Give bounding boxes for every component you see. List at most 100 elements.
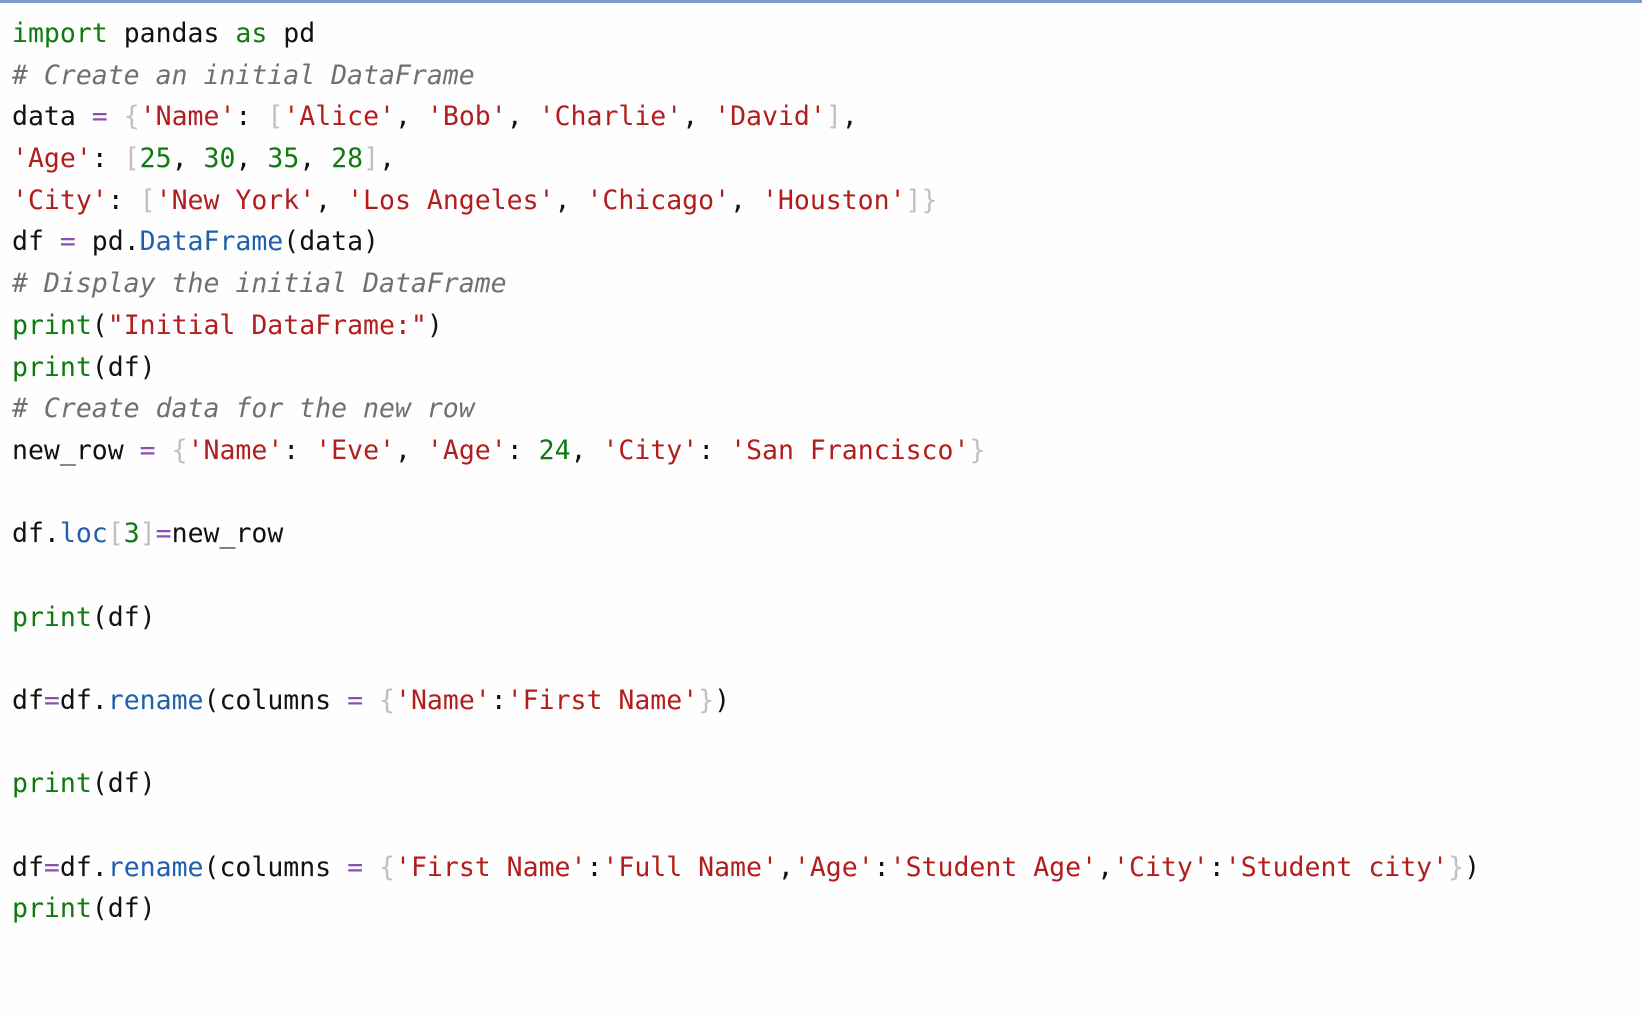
code-token: : [283,434,316,466]
code-token: new_row [171,518,284,550]
code-token: : [506,434,539,466]
code-token: 'Student city' [1224,851,1449,883]
code-token: 'Alice' [283,101,395,133]
code-token: df. [59,851,108,883]
code-token: 28 [331,143,364,175]
code-line[interactable]: # Create data for the new row [12,388,1642,430]
code-token: : [698,434,731,466]
code-token: : [91,143,124,175]
code-token: DataFrame [139,226,284,258]
code-token: , [777,851,794,883]
code-token: 'Student Age' [889,851,1098,883]
code-line[interactable]: df=df.rename(columns = {'First Name':'Fu… [12,847,1642,889]
code-token: , [394,434,427,466]
code-token: df [12,685,44,716]
code-token: 'David' [714,101,826,133]
code-token: pandas [107,18,236,49]
code-token: 'Name' [139,101,236,133]
code-token: 'Name' [395,685,491,716]
code-token: : [107,184,140,216]
code-line[interactable]: print(df) [12,763,1642,805]
code-line[interactable] [12,805,1642,847]
code-token: 'City' [12,184,108,216]
code-token: = [43,685,60,716]
code-token: print [12,893,92,925]
code-token: 'Age' [426,434,507,466]
code-token: ]} [905,184,938,216]
code-token: { [379,685,395,716]
code-token: [ [123,143,140,175]
code-line[interactable]: import pandas as pd [12,13,1642,55]
code-editor[interactable]: import pandas as pd # Create an initial D… [0,0,1642,1017]
code-token: print [12,768,92,800]
code-line[interactable] [12,638,1642,680]
code-token: (df) [91,351,156,383]
code-line[interactable]: df = pd.DataFrame(data) [12,221,1642,263]
code-token: , [554,184,587,216]
code-token: print [12,351,92,383]
code-token: , [570,434,603,466]
code-token: , [506,101,539,133]
code-token: [ [139,184,156,216]
code-token: (df) [91,768,156,800]
code-token: , [730,184,762,216]
code-line[interactable]: # Create an initial DataFrame [12,55,1642,97]
code-line[interactable]: df.loc[3]=new_row [12,513,1642,555]
code-token: 'Chicago' [586,184,731,216]
code-token: ] [363,143,380,175]
code-token: { [123,101,140,133]
code-token: df. [59,685,108,716]
code-token: 3 [123,518,140,550]
code-token: , [682,101,715,133]
code-line[interactable]: print(df) [12,597,1642,639]
code-line[interactable]: 'City': ['New York', 'Los Angeles', 'Chi… [12,180,1642,222]
code-token: pd. [75,226,140,258]
code-token: , [299,143,332,175]
code-token: 'Name' [187,434,284,466]
code-token: 'Eve' [315,434,395,466]
code-token: 'First Name' [506,685,699,716]
code-token: } [698,685,715,716]
code-token: (df) [91,893,156,925]
code-token: [ [107,518,124,550]
code-token: , [235,143,268,175]
code-line[interactable]: print(df) [12,888,1642,930]
code-token: df. [12,518,60,550]
code-token: rename [107,685,204,716]
code-token: : [1208,851,1225,883]
code-token: = [43,851,60,883]
code-token: 'City' [1113,851,1209,883]
code-line[interactable]: new_row = {'Name': 'Eve', 'Age': 24, 'Ci… [12,430,1642,472]
code-token: , [841,101,858,133]
code-token: rename [107,851,204,883]
code-token: = [91,101,108,133]
code-token: : [586,851,603,883]
code-line[interactable]: 'Age': [25, 30, 35, 28], [12,138,1642,180]
code-token: 24 [538,434,571,466]
code-token: 'Age' [12,143,92,175]
code-line[interactable] [12,472,1642,514]
code-line[interactable]: # Display the initial DataFrame [12,263,1642,305]
code-token: df [12,226,60,258]
code-token: 'Charlie' [538,101,683,133]
code-token: new_row [12,434,140,466]
code-token: 'Houston' [761,184,906,216]
code-token: = [59,226,76,258]
code-token: [ [267,101,284,133]
code-token: = [347,851,364,883]
code-line[interactable]: print(df) [12,347,1642,389]
code-token: # Create an initial DataFrame [12,59,475,91]
code-line[interactable]: df=df.rename(columns = {'Name':'First Na… [12,680,1642,722]
code-line[interactable]: print("Initial DataFrame:") [12,305,1642,347]
code-token: } [1448,851,1465,883]
code-line[interactable] [12,555,1642,597]
code-token: , [315,184,348,216]
code-token: print [12,309,92,341]
code-line[interactable]: data = {'Name': ['Alice', 'Bob', 'Charli… [12,96,1642,138]
code-area[interactable]: import pandas as pd # Create an initial D… [12,13,1642,930]
code-line[interactable] [12,722,1642,764]
code-token: ] [139,518,156,550]
